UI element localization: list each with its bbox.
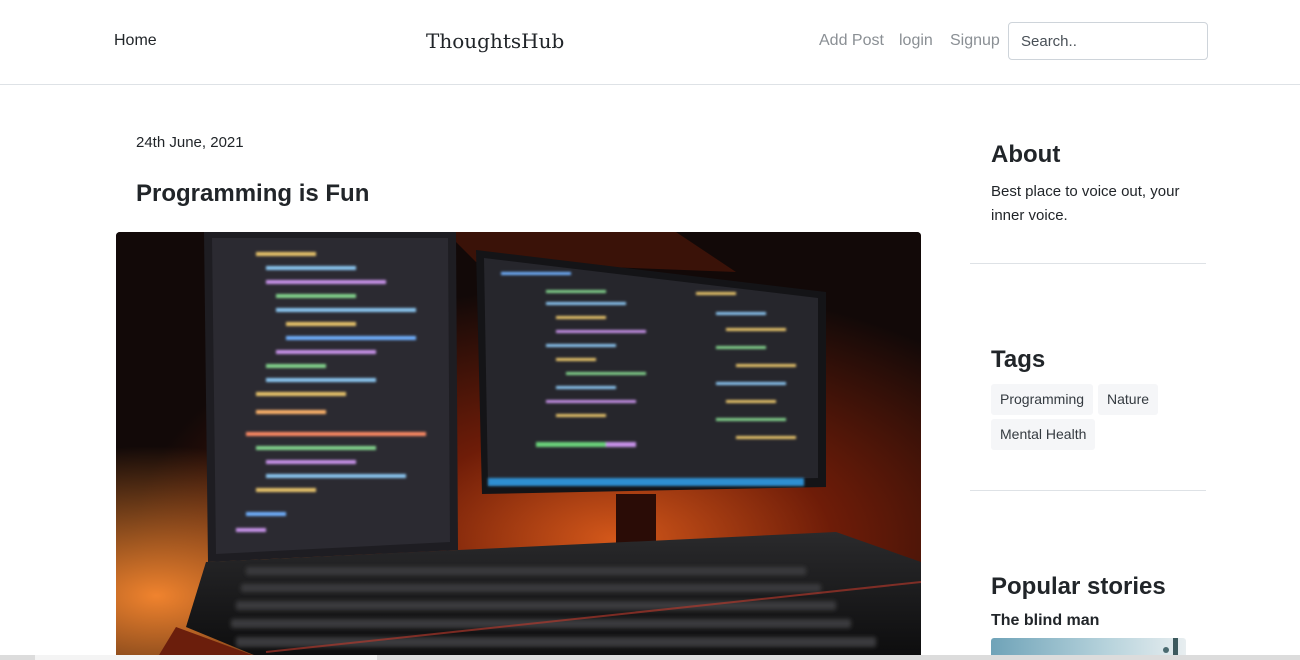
tag-programming[interactable]: Programming xyxy=(991,384,1094,415)
nav-signup-link[interactable]: Signup xyxy=(950,32,1000,50)
tag-mental-health[interactable]: Mental Health xyxy=(991,419,1096,450)
tag-nature[interactable]: Nature xyxy=(1098,384,1159,415)
nav-login-link[interactable]: login xyxy=(899,32,933,50)
horizontal-scrollbar[interactable] xyxy=(0,655,1300,660)
search-input[interactable] xyxy=(1008,22,1208,60)
popular-stories-heading: Popular stories xyxy=(991,573,1166,600)
sidebar-divider xyxy=(970,490,1206,491)
about-text: Best place to voice out, your inner voic… xyxy=(991,183,1180,224)
nav-add-post-link[interactable]: Add Post xyxy=(819,32,884,50)
post-title[interactable]: Programming is Fun xyxy=(136,180,369,208)
brand-logo[interactable]: ThoughtsHub xyxy=(426,29,564,53)
laptop-code-photo-icon xyxy=(116,232,921,660)
about-heading: About xyxy=(991,141,1061,168)
nav-home-link[interactable]: Home xyxy=(114,32,157,50)
tags-heading: Tags xyxy=(991,346,1046,373)
navbar: Home ThoughtsHub Add Post login Signup xyxy=(0,0,1300,85)
story-title[interactable]: The blind man xyxy=(991,612,1099,630)
post-image[interactable] xyxy=(116,232,921,660)
post-date: 24th June, 2021 xyxy=(136,134,244,151)
sidebar-divider xyxy=(970,263,1206,264)
scrollbar-thumb[interactable] xyxy=(35,655,377,660)
